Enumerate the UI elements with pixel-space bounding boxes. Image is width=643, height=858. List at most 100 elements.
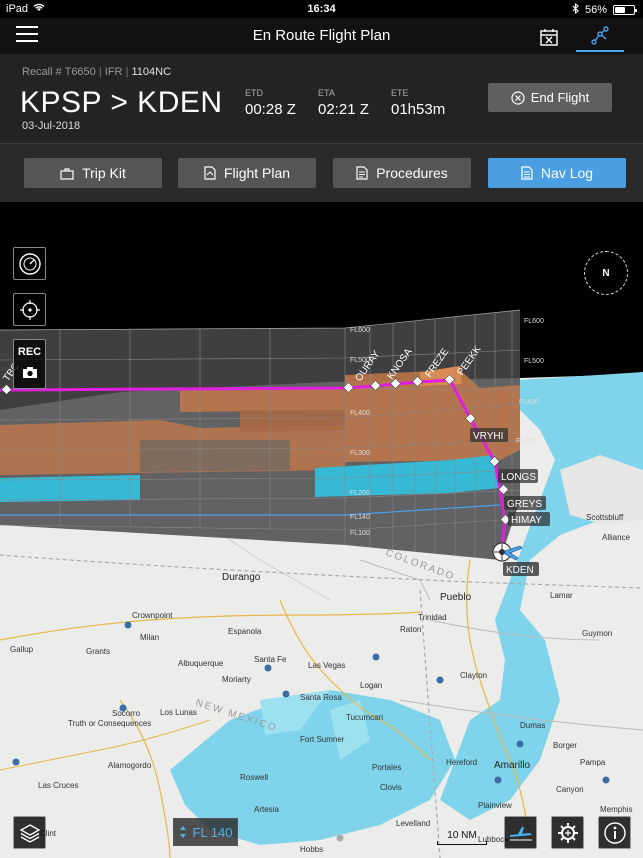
city-label: Borger xyxy=(553,741,577,750)
city-label: Las Cruces xyxy=(38,781,78,790)
battery-icon xyxy=(613,5,637,15)
calendar-close-icon[interactable] xyxy=(525,22,573,52)
city-label: Socorro xyxy=(112,709,141,718)
fl-label: FL140 xyxy=(350,514,370,521)
eta-label: ETA xyxy=(318,88,335,98)
battery-percent: 56% xyxy=(584,4,607,16)
tab-bar: Trip Kit Flight Plan Procedures Nav Log xyxy=(0,144,643,202)
route-icon[interactable] xyxy=(576,22,624,52)
up-down-arrows-icon xyxy=(179,826,186,838)
fl-label: FL200 xyxy=(350,490,370,497)
tab-flight-plan-label: Flight Plan xyxy=(223,165,291,181)
crosshair-icon[interactable] xyxy=(13,293,46,326)
city-label: Dumas xyxy=(520,721,545,730)
city-label: Espanola xyxy=(228,627,262,636)
etd-value: 00:28 Z xyxy=(245,101,296,118)
etd-label: ETD xyxy=(245,88,263,98)
recording-controls: REC xyxy=(13,339,46,389)
city-label: Tucumcari xyxy=(346,713,383,722)
city-label: Crownpoint xyxy=(132,611,173,620)
flight-date: 03-Jul-2018 xyxy=(22,120,81,132)
end-flight-label: End Flight xyxy=(530,90,590,105)
status-time: 16:34 xyxy=(307,3,336,15)
map-canvas[interactable]: COLORADO NEW MEXICO Durango Pueblo Santa… xyxy=(0,202,643,858)
city-label: Trinidad xyxy=(418,613,447,622)
city-label: Albuquerque xyxy=(178,659,224,668)
gauge-icon[interactable] xyxy=(13,247,46,280)
document-icon xyxy=(204,166,216,180)
waypoint-label: VRYHI xyxy=(473,431,503,442)
recall-info: Recall # T6650 | IFR | 1104NC xyxy=(22,66,172,78)
city-label: Portales xyxy=(372,763,401,772)
flight-level-selector[interactable]: FL 140 xyxy=(173,818,238,846)
flight-header: Recall # T6650 | IFR | 1104NC KPSP > KDE… xyxy=(0,54,643,144)
city-label: Memphis xyxy=(600,805,632,814)
end-flight-button[interactable]: End Flight xyxy=(488,83,612,112)
city-label: Santa Rosa xyxy=(300,693,342,702)
tab-procedures[interactable]: Procedures xyxy=(333,158,471,188)
city-label: Milan xyxy=(140,633,159,642)
record-button[interactable]: REC xyxy=(18,346,41,358)
tab-trip-kit[interactable]: Trip Kit xyxy=(24,158,162,188)
clipboard-icon xyxy=(356,166,368,180)
city-label: Lamar xyxy=(550,591,573,600)
fl-label: FL500 xyxy=(524,358,544,365)
airplane-profile-icon[interactable] xyxy=(504,816,537,849)
city-label: Pueblo xyxy=(440,592,472,603)
city-label: Scottsbluff xyxy=(586,513,624,522)
city-label: Alamogordo xyxy=(108,761,152,770)
tab-nav-log[interactable]: Nav Log xyxy=(488,158,626,188)
city-label: Fort Sumner xyxy=(300,735,345,744)
ete-block: ETE 01h53m xyxy=(391,88,445,118)
city-label: Plainview xyxy=(478,801,512,810)
map-scale-label: 10 NM xyxy=(447,830,477,841)
city-label: Las Vegas xyxy=(308,661,345,670)
tab-flight-plan[interactable]: Flight Plan xyxy=(178,158,316,188)
city-label: Durango xyxy=(222,572,261,583)
close-circle-icon xyxy=(511,90,525,105)
tab-procedures-label: Procedures xyxy=(376,165,448,181)
recall-number: Recall # T6650 xyxy=(22,66,96,78)
status-bar: iPad 16:34 56% xyxy=(0,0,643,18)
bluetooth-icon xyxy=(572,2,579,17)
waypoint-label: GREYS xyxy=(507,499,542,510)
city-label: Guymon xyxy=(582,629,612,638)
city-label: Raton xyxy=(400,625,421,634)
flight-level-value: FL 140 xyxy=(192,824,233,840)
info-icon[interactable] xyxy=(598,816,631,849)
list-icon xyxy=(521,166,533,180)
waypoint-label-destination: KDEN xyxy=(506,565,534,576)
city-label: Levelland xyxy=(396,819,430,828)
city-label: Hobbs xyxy=(300,845,323,854)
map-scale: 10 NM xyxy=(437,830,487,845)
map-3d-view[interactable]: COLORADO NEW MEXICO Durango Pueblo Santa… xyxy=(0,202,643,858)
city-label: Grants xyxy=(86,647,110,656)
waypoint-label: HIMAY xyxy=(511,515,542,526)
city-label: Santa Fe xyxy=(254,655,287,664)
city-label: Artesia xyxy=(254,805,279,814)
fl-label: FL300 xyxy=(516,438,536,445)
city-label: Canyon xyxy=(556,785,584,794)
city-label: Moriarty xyxy=(222,675,251,684)
city-label: Truth or Consequences xyxy=(68,719,151,728)
fl-label: FL400 xyxy=(350,410,370,417)
city-label: Amarillo xyxy=(494,760,531,771)
layers-icon[interactable] xyxy=(13,816,46,849)
menu-icon[interactable] xyxy=(16,26,38,44)
flight-rules: IFR xyxy=(104,66,123,78)
fl-label: FL600 xyxy=(524,318,544,325)
settings-airplane-icon[interactable] xyxy=(551,816,584,849)
city-label: Pampa xyxy=(580,758,606,767)
ete-label: ETE xyxy=(391,88,409,98)
fl-label: FL300 xyxy=(350,450,370,457)
compass-icon[interactable]: N xyxy=(584,251,628,295)
city-label: Logan xyxy=(360,681,382,690)
ete-value: 01h53m xyxy=(391,101,446,118)
camera-icon[interactable] xyxy=(22,366,38,382)
fl-label: FL100 xyxy=(350,530,370,537)
city-label: Gallup xyxy=(10,645,34,654)
tail-number: 1104NC xyxy=(131,66,172,78)
fl-label: FL400 xyxy=(519,399,539,406)
fl-label: FL600 xyxy=(350,327,370,334)
waypoint-label: LONGS xyxy=(501,472,536,483)
